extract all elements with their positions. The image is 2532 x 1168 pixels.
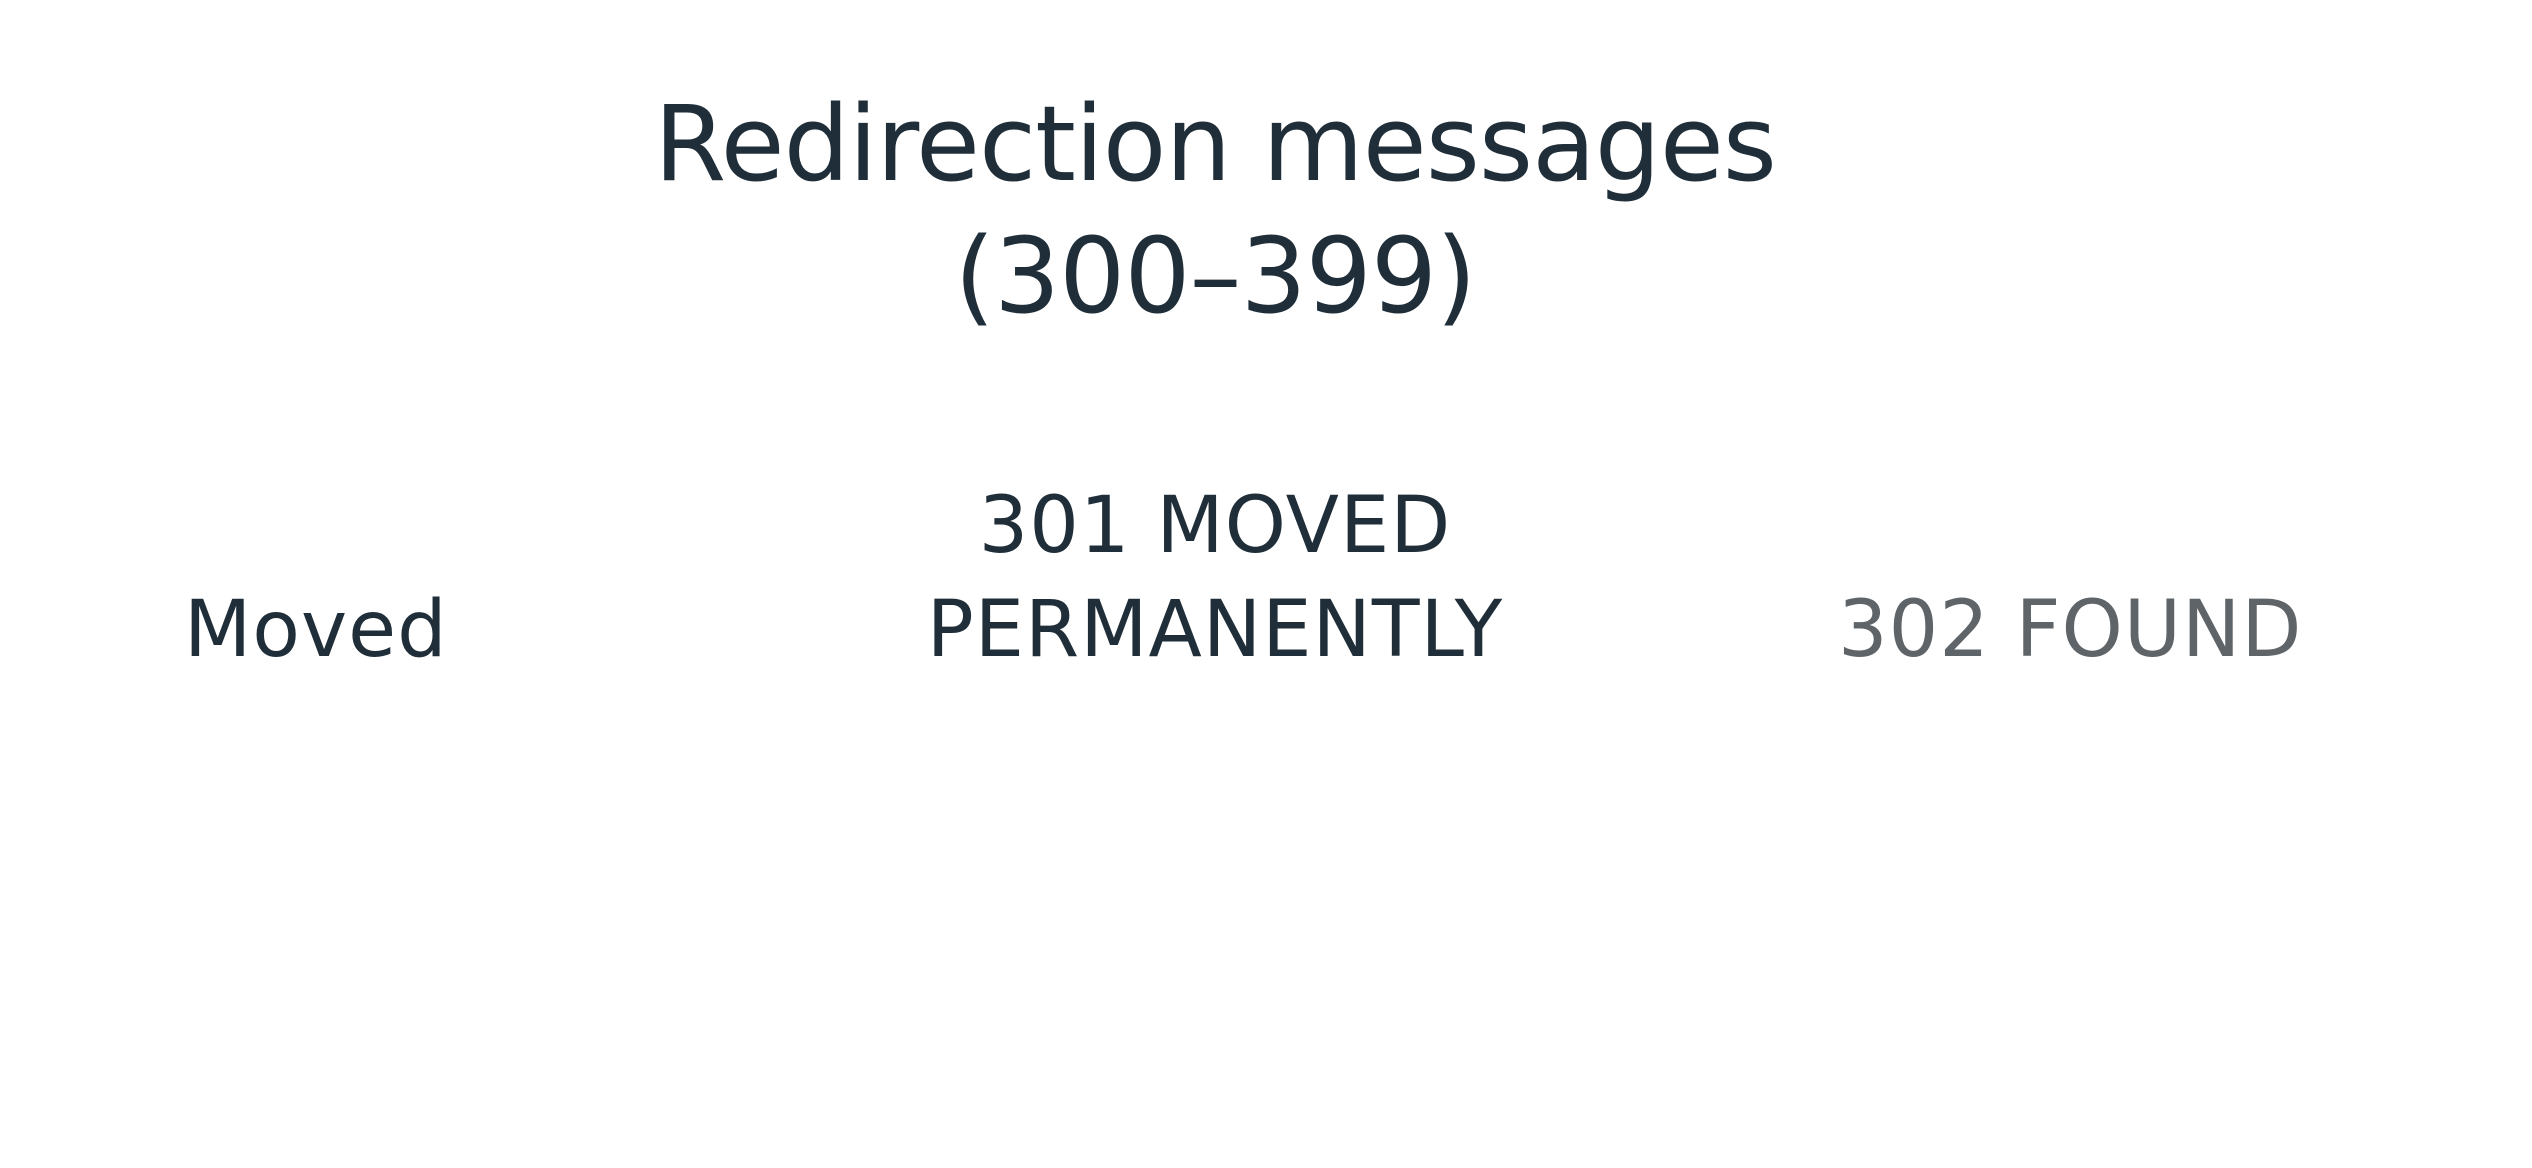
slide-title-line-2: (300–399) <box>954 215 1476 337</box>
term-301-line-2: PERMANENTLY <box>926 585 1504 675</box>
term-302-found: 302 FOUND <box>1838 585 2303 675</box>
slide-title: Redirection messages (300–399) <box>420 78 2010 342</box>
slide-title-line-1: Redirection messages <box>654 83 1777 205</box>
slide-canvas: Redirection messages (300–399) Moved 301… <box>0 0 2532 1168</box>
term-301-moved-permanently: 301 MOVED PERMANENTLY <box>820 474 1610 682</box>
term-moved: Moved <box>184 585 448 675</box>
term-301-line-1: 301 MOVED <box>978 481 1452 571</box>
